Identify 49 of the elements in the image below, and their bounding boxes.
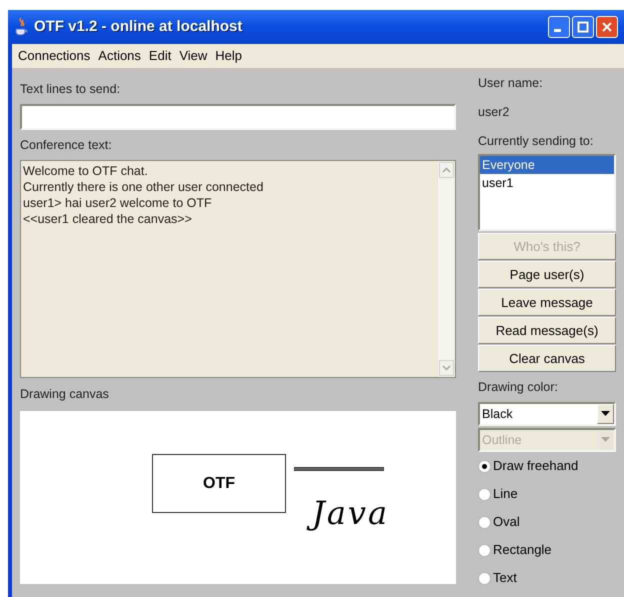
scrollbar[interactable] bbox=[438, 161, 455, 377]
user-name-text: user2 bbox=[478, 104, 510, 121]
radio-option[interactable]: Draw freehand bbox=[478, 457, 616, 475]
handwritten-text: Java bbox=[306, 489, 400, 537]
radio-button[interactable] bbox=[478, 488, 491, 500]
action-button[interactable]: Page user(s) bbox=[478, 261, 616, 288]
chat-line: Currently there is one other user connected bbox=[23, 179, 264, 195]
action-button[interactable]: Read message(s) bbox=[478, 317, 616, 344]
radio-button[interactable] bbox=[478, 516, 491, 528]
menu-item[interactable]: View bbox=[175, 46, 212, 66]
rectangle-shape: OTF bbox=[152, 454, 286, 513]
radio-option[interactable]: Text bbox=[478, 569, 616, 587]
field-label: Text lines to send: bbox=[20, 81, 122, 98]
coffee-cup-icon bbox=[14, 17, 28, 37]
chat-line: Welcome to OTF chat. bbox=[23, 163, 149, 179]
minimize-button[interactable] bbox=[548, 16, 570, 38]
conference-text-area[interactable]: Welcome to OTF chat. Currently there is one other user connected user1> hai user2 welcome to OTF <<user1 cleared the canvas>> bbox=[20, 160, 456, 378]
close-button[interactable] bbox=[596, 16, 618, 38]
menu-item[interactable]: Actions bbox=[94, 46, 145, 66]
radio-button[interactable] bbox=[478, 572, 491, 584]
window-title: OTF v1.2 - online at localhost bbox=[34, 16, 242, 37]
action-button[interactable]: Clear canvas bbox=[478, 345, 616, 372]
field-label: Drawing canvas bbox=[20, 386, 110, 403]
menu-item[interactable]: Edit bbox=[144, 46, 176, 66]
radio-option[interactable]: Oval bbox=[478, 513, 616, 531]
drawing-canvas[interactable]: OTF Java bbox=[20, 411, 456, 584]
scroll-down-icon[interactable] bbox=[439, 360, 454, 376]
action-button[interactable]: Leave message bbox=[478, 289, 616, 316]
radio-option[interactable]: Rectangle bbox=[478, 541, 616, 559]
list-item[interactable]: Everyone bbox=[480, 156, 614, 174]
scroll-up-icon[interactable] bbox=[439, 162, 454, 178]
chat-line: user1> hai user2 welcome to OTF bbox=[23, 195, 213, 211]
close-icon bbox=[601, 21, 613, 33]
radio-button[interactable] bbox=[478, 460, 491, 472]
menu-item[interactable]: Help bbox=[211, 46, 246, 66]
maximize-icon bbox=[577, 21, 589, 33]
field-label: Conference text: bbox=[20, 137, 113, 154]
menu-item[interactable]: Connections bbox=[14, 46, 94, 66]
dropdown[interactable]: Black bbox=[478, 402, 616, 426]
message-input-field[interactable] bbox=[20, 104, 456, 130]
minimize-icon bbox=[554, 29, 560, 32]
maximize-button[interactable] bbox=[572, 16, 594, 38]
radio-button[interactable] bbox=[478, 544, 491, 556]
field-label: Drawing color: bbox=[478, 379, 559, 396]
field-label: User name: bbox=[478, 75, 544, 92]
chat-line: <<user1 cleared the canvas>> bbox=[23, 211, 193, 227]
field-label: Currently sending to: bbox=[478, 133, 594, 150]
radio-option[interactable]: Line bbox=[478, 485, 616, 503]
list-item[interactable]: user1 bbox=[480, 174, 614, 192]
